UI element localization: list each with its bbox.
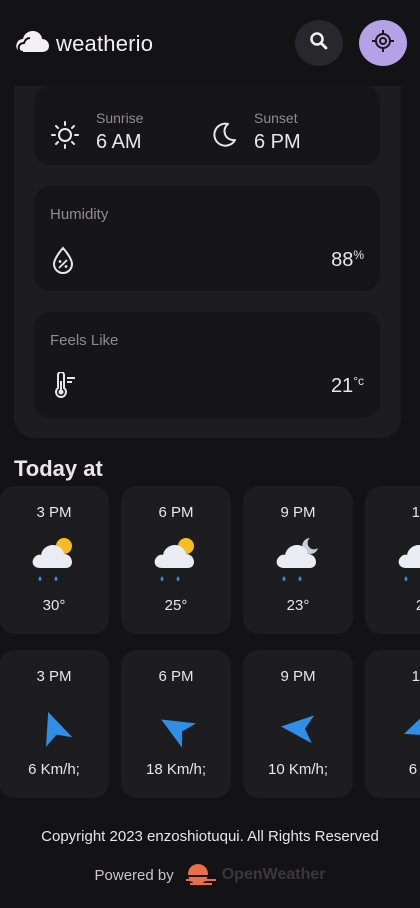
thermometer-icon: [50, 371, 78, 405]
sunset-value: 6 PM: [254, 131, 301, 153]
feels-like-title: Feels Like: [50, 332, 119, 349]
sunrise-sunset-card: Sunrise 6 AM Sunset 6 PM: [34, 86, 380, 165]
feels-like-number: 21: [330, 375, 354, 397]
hour-label: 9 PM: [280, 668, 316, 685]
cloud-rain-moon-icon: [243, 534, 353, 586]
sun-icon: [50, 120, 80, 155]
humidity-number: 88: [331, 249, 354, 271]
sunrise-value: 6 AM: [96, 131, 142, 153]
wind-speed-value: 6 K: [408, 761, 420, 778]
temperature-value: 25°: [164, 597, 188, 614]
temperature-value: 2: [365, 597, 420, 614]
today-at-title: Today at: [14, 456, 103, 481]
hour-label: 12: [411, 504, 420, 521]
openweather-logo-icon: [181, 864, 218, 885]
sunrise-label: Sunrise: [96, 110, 144, 126]
cloud-rain-sun-icon: [0, 534, 109, 586]
powered-by-label: Powered by: [94, 866, 174, 884]
search-icon: [309, 31, 329, 56]
wind-direction-icon: [243, 708, 353, 748]
feels-like-card: Feels Like 21°c: [34, 312, 380, 418]
sunset-label: Sunset: [254, 110, 298, 126]
humidity-value: 88%: [331, 248, 364, 272]
cloud-rain-sun-icon: [121, 534, 231, 586]
powered-by: Powered by OpenWeather: [0, 862, 420, 888]
humidity-drop-icon: [50, 246, 76, 279]
logo[interactable]: weatherio: [14, 28, 153, 59]
temperature-value: 30°: [42, 597, 66, 614]
humidity-title: Humidity: [50, 206, 109, 223]
hour-label: 9 PM: [280, 504, 316, 521]
temperature-value: 23°: [286, 597, 310, 614]
sunrise-item: Sunrise 6 AM: [50, 110, 143, 155]
hourly-wind-card: 6 PM 18 Km/h;: [121, 650, 231, 798]
feels-like-value: 21°c: [331, 374, 364, 398]
hour-label: 3 PM: [36, 668, 72, 685]
hourly-temperature-slider[interactable]: 3 PM 30° 6 PM 25° 9 PM 23° 1: [0, 486, 420, 634]
hour-label: 6 PM: [158, 504, 194, 521]
hourly-wind-card: 9 PM 10 Km/h;: [243, 650, 353, 798]
app-header: weatherio: [0, 0, 420, 86]
openweather-logo-text: OpenWeather: [221, 866, 326, 883]
moon-icon: [208, 120, 238, 155]
feels-like-unit: °c: [353, 374, 364, 388]
crosshair-location-icon: [371, 29, 395, 58]
hourly-wind-card: 12 6 K: [365, 650, 420, 798]
wind-speed-value: 18 Km/h;: [145, 761, 207, 778]
hour-label: 3 PM: [36, 504, 72, 521]
cloud-rain-icon: [365, 534, 420, 586]
current-location-button[interactable]: [359, 20, 407, 66]
openweather-logo[interactable]: OpenWeather: [181, 862, 326, 888]
copyright-text: Copyright 2023 enzoshiotuqui. All Rights…: [41, 828, 379, 845]
wind-direction-icon: [121, 708, 231, 748]
wind-direction-icon: [0, 708, 109, 748]
search-button[interactable]: [295, 20, 343, 66]
hourly-wind-slider[interactable]: 3 PM 6 Km/h; 6 PM 18 Km/h; 9 PM 10 Km/h;…: [0, 650, 420, 798]
humidity-card: Humidity 88%: [34, 186, 380, 291]
humidity-unit: %: [353, 248, 364, 262]
wind-speed-value: 6 Km/h;: [28, 761, 80, 778]
highlights-panel: Sunrise 6 AM Sunset 6 PM Humidity 88% Fe…: [14, 60, 401, 438]
wind-direction-icon: [365, 708, 420, 748]
hourly-wind-card: 3 PM 6 Km/h;: [0, 650, 109, 798]
hourly-temp-card: 12 2: [365, 486, 420, 634]
app-name: weatherio: [56, 30, 154, 56]
hour-label: 12: [411, 668, 420, 685]
hour-label: 6 PM: [158, 668, 194, 685]
hourly-temp-card: 9 PM 23°: [243, 486, 353, 634]
cloud-logo-icon: [14, 28, 50, 59]
hourly-temp-card: 3 PM 30°: [0, 486, 109, 634]
hourly-temp-card: 6 PM 25°: [121, 486, 231, 634]
wind-speed-value: 10 Km/h;: [267, 761, 329, 778]
sunset-item: Sunset 6 PM: [208, 110, 301, 155]
